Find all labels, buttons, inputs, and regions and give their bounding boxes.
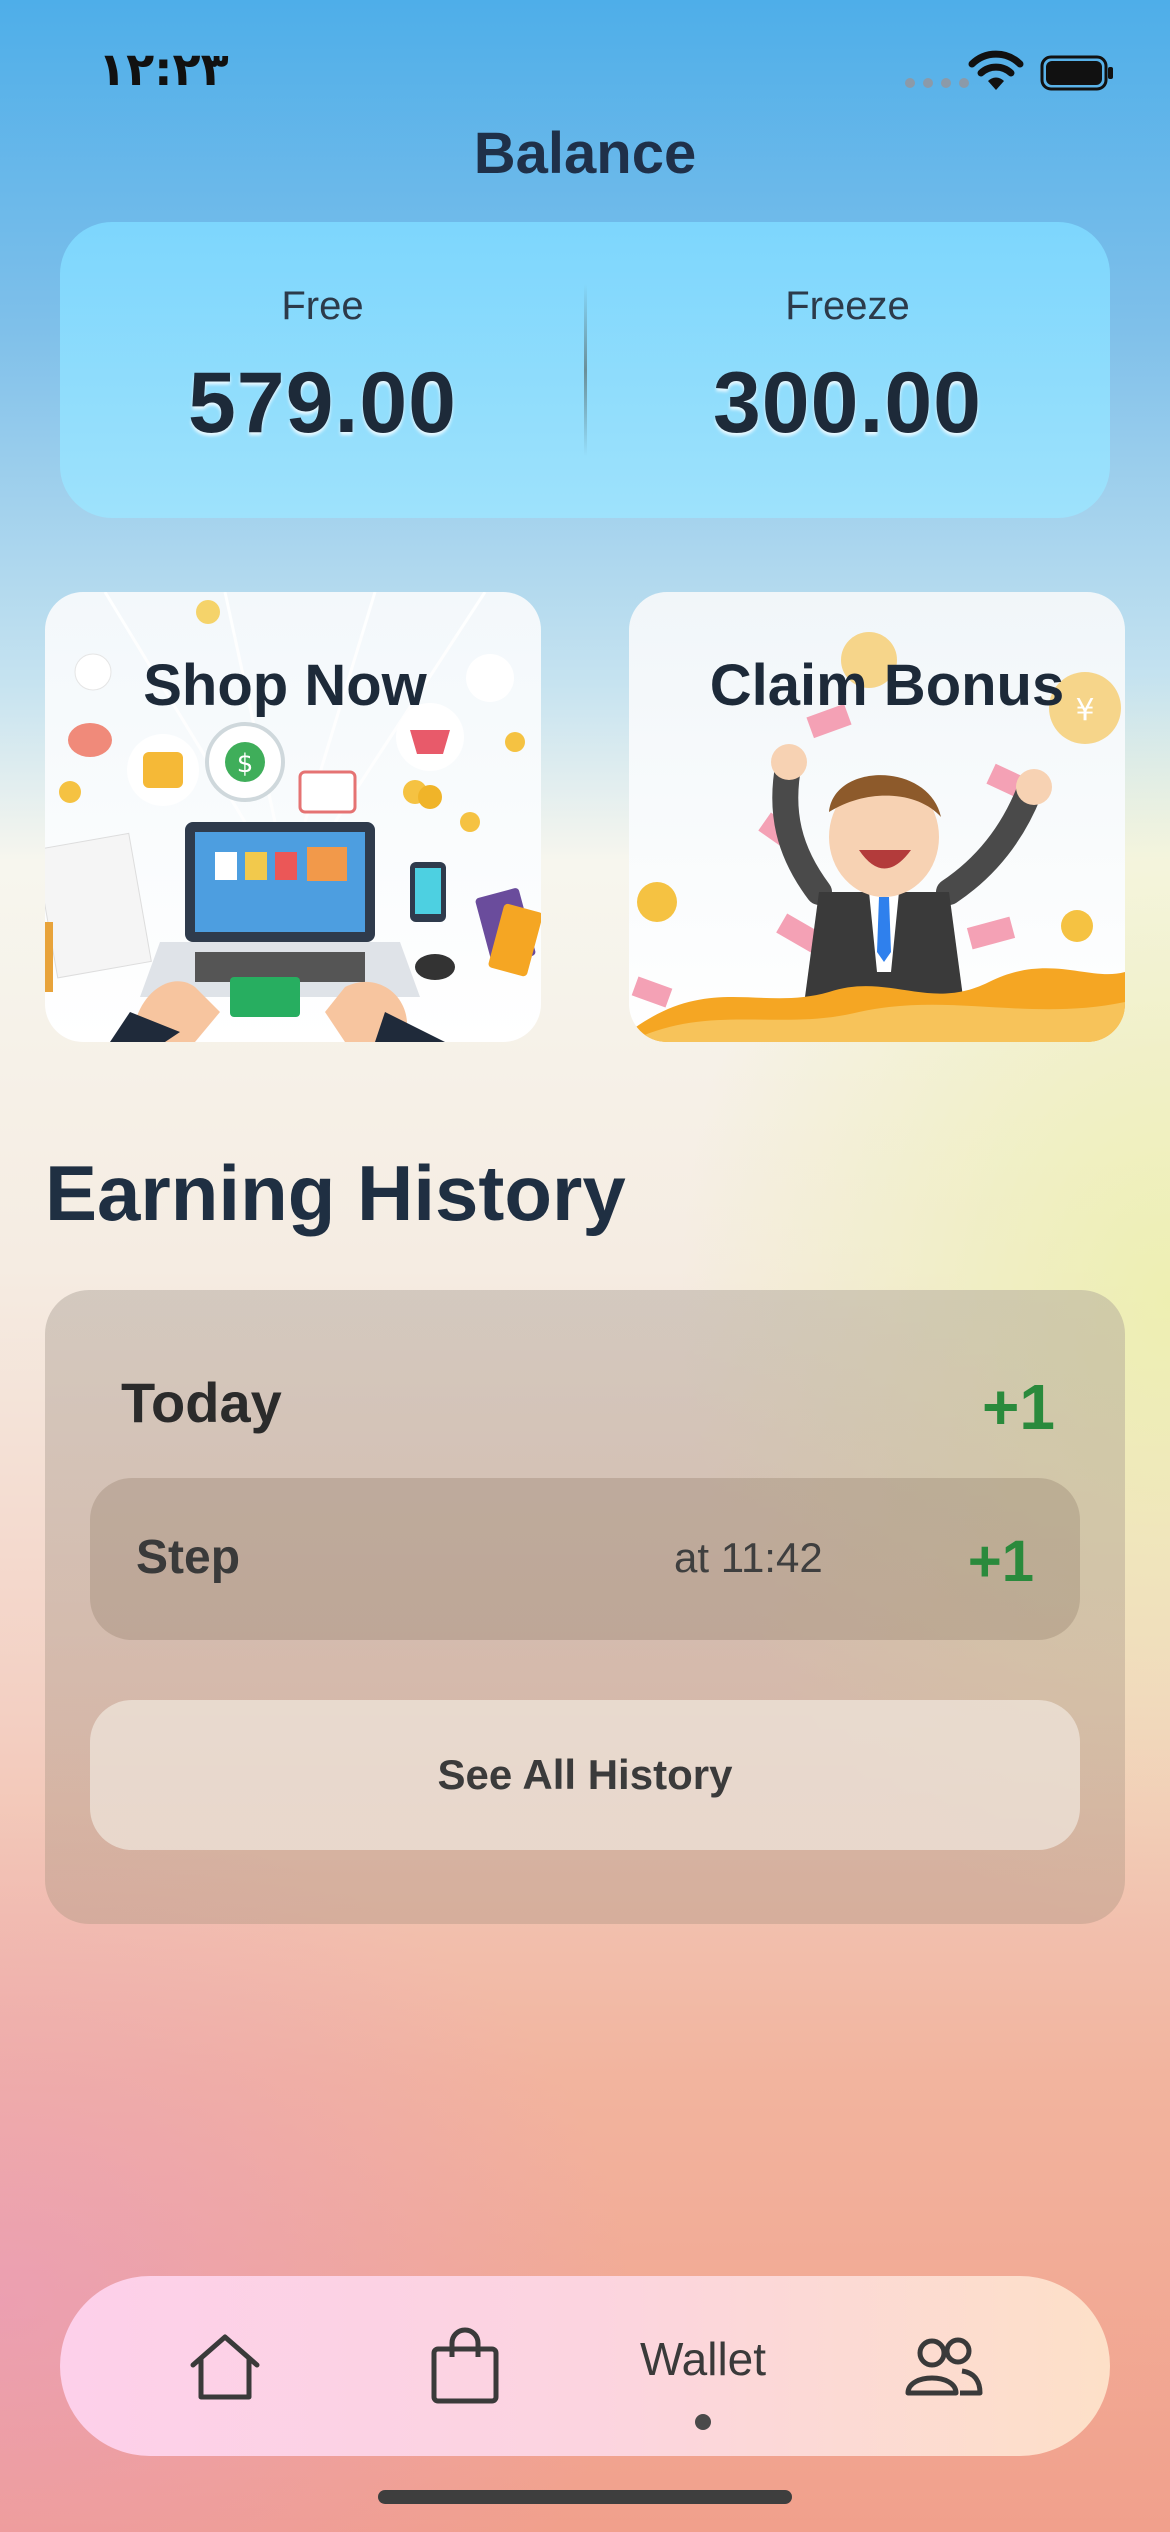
people-icon [905,2337,983,2396]
battery-icon [1040,55,1113,91]
history-row-name: Step [136,1531,241,1584]
tab-wallet-label: Wallet [639,2333,767,2385]
earning-history-card: Today +1 Step at 11:42 +1 See All Histor… [45,1290,1125,1924]
shopping-bag-icon [431,2327,499,2404]
page-title: Balance [473,121,697,186]
claim-bonus-label: Claim Bonus [709,653,1065,718]
shop-now-card[interactable]: $ Shop Now [45,592,541,1042]
status-bar: ۱۲:۲۳ [0,0,1170,140]
shop-now-label: Shop Now [143,653,427,718]
cellular-signal-icon [905,78,969,88]
group-date-label: Today [121,1371,282,1434]
history-row: Step at 11:42 +1 [90,1478,1080,1640]
tab-community[interactable] [844,2276,1044,2456]
earning-history-title: Earning History [45,1149,626,1237]
freeze-value: 300.00 [712,355,983,451]
free-label: Free [281,284,364,328]
history-row-time: at 11:42 [674,1534,823,1581]
group-total: +1 [982,1371,1055,1443]
balance-card: Free 579.00 Freeze 300.00 [60,222,1110,518]
claim-bonus-card[interactable]: ¥ Claim Bonus [629,592,1125,1042]
svg-text:$: $ [237,749,254,779]
wifi-icon [968,50,1024,90]
tab-home[interactable] [125,2276,325,2456]
free-balance: Free 579.00 [60,222,585,518]
freeze-label: Freeze [785,284,910,328]
freeze-balance: Freeze 300.00 [585,222,1110,518]
tab-bar: Wallet [60,2276,1110,2456]
free-value: 579.00 [187,355,458,451]
home-indicator[interactable] [378,2490,792,2504]
tab-wallet[interactable]: Wallet [603,2276,803,2456]
selected-indicator-dot [695,2414,711,2430]
status-time: ۱۲:۲۳ [98,42,229,96]
history-row-value: +1 [967,1529,1034,1594]
home-icon [190,2334,260,2400]
tab-shop[interactable] [365,2276,565,2456]
see-all-history-button[interactable]: See All History [90,1700,1080,1850]
